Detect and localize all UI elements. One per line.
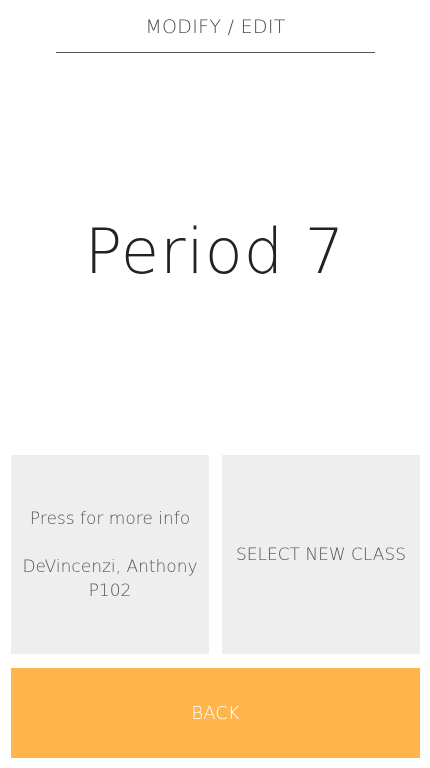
period-title: Period 7: [84, 215, 346, 288]
room-number: P102: [88, 580, 132, 601]
page-title: MODIFY / EDIT: [145, 16, 286, 38]
class-info-card[interactable]: Press for more info DeVincenzi, Anthony …: [11, 455, 209, 654]
select-new-class-label: SELECT NEW CLASS: [235, 544, 407, 565]
header: MODIFY / EDIT: [56, 0, 375, 53]
more-info-prompt: Press for more info: [29, 508, 191, 529]
select-new-class-button[interactable]: SELECT NEW CLASS: [222, 455, 420, 654]
back-button-label: BACK: [191, 702, 240, 724]
back-button[interactable]: BACK: [11, 668, 420, 758]
teacher-name: DeVincenzi, Anthony: [22, 556, 198, 577]
